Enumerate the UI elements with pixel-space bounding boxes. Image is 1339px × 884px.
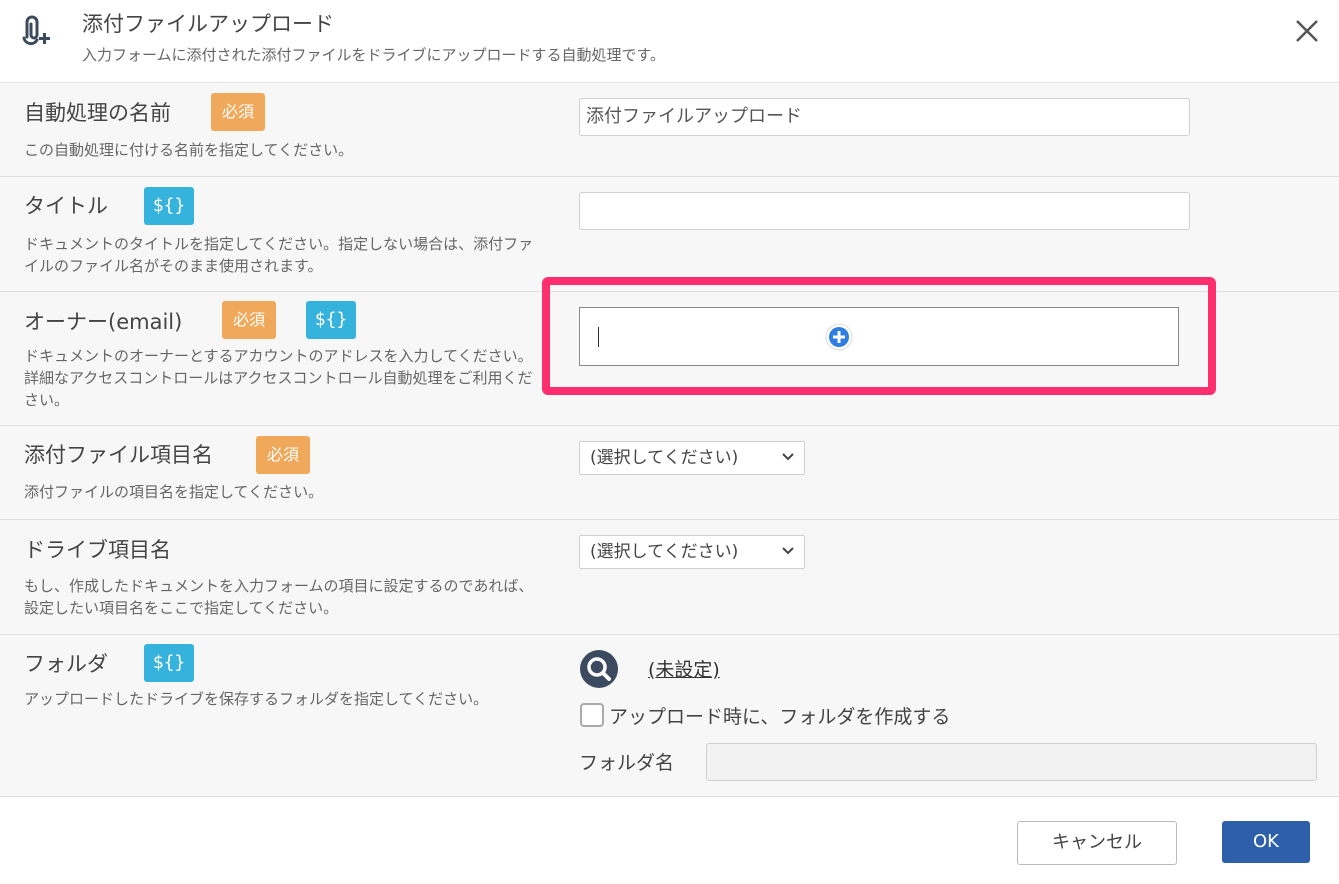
field-desc-name: この自動処理に付ける名前を指定してください。	[24, 141, 354, 159]
folder-select-link[interactable]: (未設定)	[648, 655, 720, 682]
field-label-owner: オーナー(email)	[24, 310, 183, 334]
chevron-down-icon	[782, 547, 794, 555]
required-badge: 必須	[211, 93, 265, 131]
cancel-button[interactable]: キャンセル	[1017, 821, 1177, 865]
dialog-title: 添付ファイルアップロード	[82, 12, 334, 36]
field-desc-attachment: 添付ファイルの項目名を指定してください。	[24, 483, 324, 501]
field-row-drive: ドライブ項目名 もし、作成したドキュメントを入力フォームの項目に設定するのであれ…	[0, 520, 1339, 635]
field-desc-owner: ドキュメントのオーナーとするアカウントのアドレスを入力してください。詳細なアクセ…	[24, 347, 533, 409]
variable-badge[interactable]: ${}	[144, 187, 194, 225]
field-row-name: 自動処理の名前 必須 この自動処理に付ける名前を指定してください。 添付ファイル…	[0, 83, 1339, 177]
field-label-drive: ドライブ項目名	[24, 538, 171, 562]
field-label-attachment: 添付ファイル項目名	[24, 443, 213, 467]
owner-email-input[interactable]	[579, 307, 1179, 366]
field-desc-title: ドキュメントのタイトルを指定してください。指定しない場合は、添付ファイルのファイ…	[24, 235, 534, 275]
field-row-attachment: 添付ファイル項目名 必須 添付ファイルの項目名を指定してください。 (選択してく…	[0, 426, 1339, 520]
field-desc-folder: アップロードしたドライブを保存するフォルダを指定してください。	[24, 690, 489, 708]
field-label-folder: フォルダ	[24, 652, 108, 676]
field-label-title: タイトル	[24, 194, 108, 218]
close-icon[interactable]	[1290, 14, 1324, 48]
title-input[interactable]	[579, 192, 1190, 230]
variable-badge[interactable]: ${}	[144, 644, 194, 682]
field-row-title: タイトル ${} ドキュメントのタイトルを指定してください。指定しない場合は、添…	[0, 177, 1339, 292]
search-icon[interactable]	[579, 649, 619, 689]
drive-field-select[interactable]: (選択してください)	[579, 535, 805, 569]
field-label-name: 自動処理の名前	[24, 101, 171, 125]
create-folder-checkbox[interactable]	[580, 703, 604, 727]
select-value: (選択してください)	[590, 542, 739, 562]
field-desc-drive: もし、作成したドキュメントを入力フォームの項目に設定するのであれば、設定したい項…	[24, 577, 534, 617]
plus-circle-icon[interactable]	[824, 322, 854, 352]
folder-name-input[interactable]	[706, 743, 1317, 781]
required-badge: 必須	[256, 436, 310, 474]
folder-name-label: フォルダ名	[579, 752, 675, 774]
attachment-field-select[interactable]: (選択してください)	[579, 441, 805, 475]
name-input[interactable]: 添付ファイルアップロード	[579, 98, 1190, 136]
dialog-header: 添付ファイルアップロード 入力フォームに添付された添付ファイルをドライブにアップ…	[0, 0, 1339, 83]
required-badge: 必須	[222, 301, 276, 339]
select-value: (選択してください)	[590, 448, 739, 468]
variable-badge[interactable]: ${}	[306, 301, 356, 339]
chevron-down-icon	[782, 453, 794, 461]
create-folder-label[interactable]: アップロード時に、フォルダを作成する	[609, 702, 950, 729]
dialog-subtitle: 入力フォームに添付された添付ファイルをドライブにアップロードする自動処理です。	[82, 46, 666, 64]
text-caret	[598, 327, 599, 347]
ok-button[interactable]: OK	[1222, 821, 1310, 863]
paperclip-plus-icon	[22, 15, 50, 46]
